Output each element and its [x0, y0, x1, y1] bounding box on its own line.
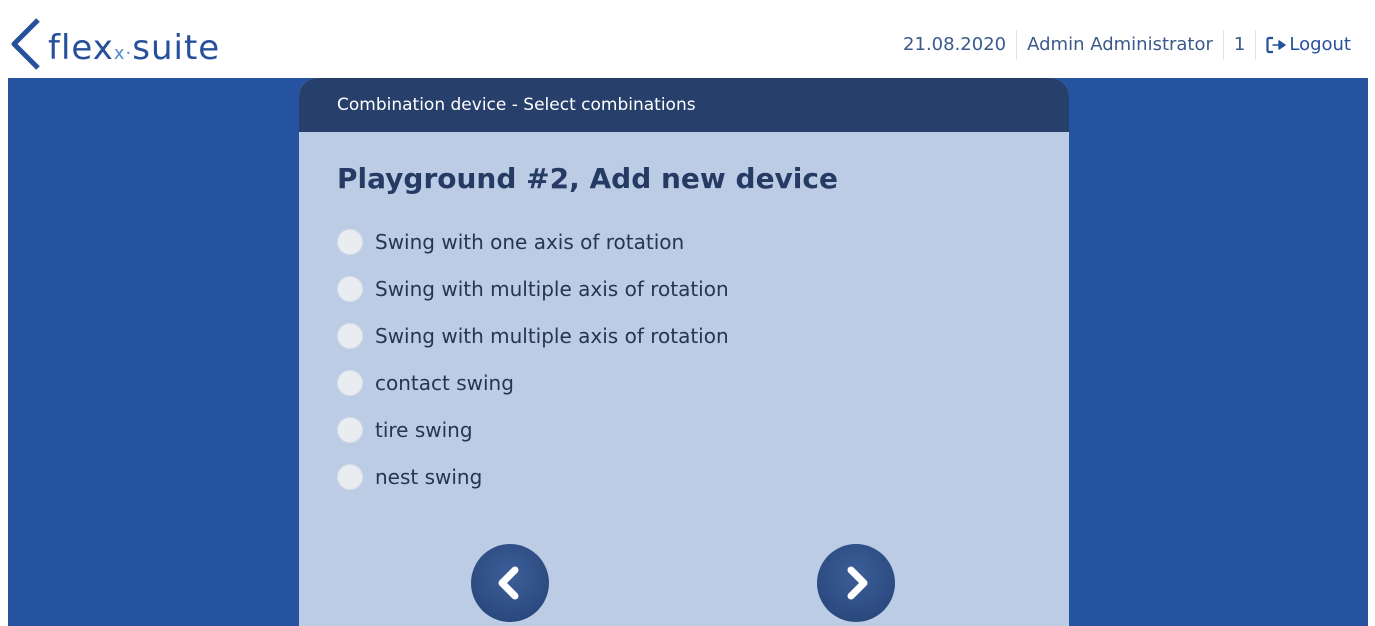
sign-out-icon: [1266, 36, 1287, 54]
chevron-right-icon: [847, 566, 868, 600]
option-list: Swing with one axis of rotation Swing wi…: [337, 218, 729, 500]
user-name[interactable]: Admin Administrator: [1017, 30, 1223, 60]
notification-count[interactable]: 1: [1224, 30, 1255, 60]
option-label: Swing with multiple axis of rotation: [375, 323, 729, 348]
radio-button[interactable]: [337, 463, 363, 490]
chevron-left-icon: [498, 566, 519, 600]
option-label: contact swing: [375, 370, 514, 395]
logo-text: flexx·suite: [48, 28, 221, 68]
previous-button[interactable]: [471, 544, 549, 622]
option-item[interactable]: nest swing: [337, 453, 729, 500]
option-label: tire swing: [375, 417, 473, 442]
option-item[interactable]: tire swing: [337, 406, 729, 453]
main-stage: Combination device - Select combinations…: [8, 78, 1368, 626]
radio-button[interactable]: [337, 275, 363, 302]
option-item[interactable]: Swing with multiple axis of rotation: [337, 265, 729, 312]
logout-button[interactable]: Logout: [1256, 30, 1361, 60]
radio-button[interactable]: [337, 416, 363, 443]
current-date: 21.08.2020: [903, 34, 1007, 55]
radio-button[interactable]: [337, 228, 363, 255]
option-item[interactable]: Swing with one axis of rotation: [337, 218, 729, 265]
radio-button[interactable]: [337, 322, 363, 349]
option-label: Swing with multiple axis of rotation: [375, 276, 729, 301]
logo[interactable]: flexx·suite: [8, 16, 248, 72]
radio-button[interactable]: [337, 369, 363, 396]
top-nav: 21.08.2020 Admin Administrator 1 Logout: [893, 30, 1361, 60]
wizard-card: Combination device - Select combinations…: [299, 78, 1069, 626]
card-header: Combination device - Select combinations: [299, 78, 1069, 132]
page-title: Playground #2, Add new device: [337, 162, 838, 195]
card-header-title: Combination device - Select combinations: [337, 95, 696, 115]
next-button[interactable]: [817, 544, 895, 622]
option-label: Swing with one axis of rotation: [375, 229, 685, 254]
flexx-suite-logo-icon: [11, 18, 40, 70]
top-bar: flexx·suite 21.08.2020 Admin Administrat…: [0, 0, 1375, 88]
option-item[interactable]: contact swing: [337, 359, 729, 406]
logout-label: Logout: [1289, 34, 1351, 55]
option-item[interactable]: Swing with multiple axis of rotation: [337, 312, 729, 359]
option-label: nest swing: [375, 464, 483, 489]
